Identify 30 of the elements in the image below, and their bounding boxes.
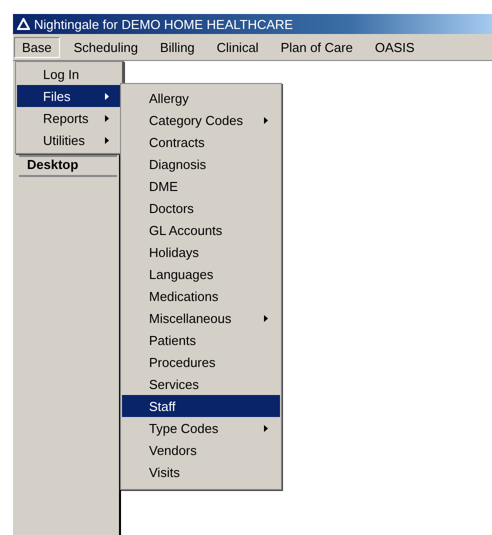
menu-item[interactable]: Log In (17, 63, 121, 85)
window-title: Nightingale for DEMO HOME HEALTHCARE (34, 16, 294, 32)
menu-item[interactable]: Languages (122, 263, 280, 285)
menu-item[interactable]: Miscellaneous (122, 307, 280, 329)
menu-bar-item[interactable]: Scheduling (66, 36, 146, 58)
menu-item[interactable]: Holidays (122, 241, 280, 263)
menu-item[interactable]: GL Accounts (122, 219, 280, 241)
menu-item[interactable]: Vendors (122, 439, 280, 461)
menu-item[interactable]: Category Codes (122, 109, 280, 131)
menu-item[interactable]: Utilities (17, 129, 121, 151)
menu-bar-item[interactable]: Plan of Care (272, 36, 361, 58)
menu-item[interactable]: Diagnosis (122, 153, 280, 175)
menu-item[interactable]: DME (122, 175, 280, 197)
menu-item[interactable]: Services (122, 373, 280, 395)
menu-item[interactable]: Procedures (122, 351, 280, 373)
menu-bar-item[interactable]: Billing (152, 36, 203, 58)
menu-item[interactable]: Reports (17, 107, 121, 129)
menu-item[interactable]: Allergy (122, 87, 280, 109)
menu-item[interactable]: Type Codes (122, 417, 280, 439)
menu-bar-item[interactable]: Base (14, 36, 60, 58)
menu-item[interactable]: Staff (122, 395, 280, 417)
menu-item[interactable]: Doctors (122, 197, 280, 219)
menu-bar-item[interactable]: OASIS (366, 36, 423, 58)
menu-item[interactable]: Files (17, 85, 121, 107)
menu-item[interactable]: Contracts (122, 131, 280, 153)
menu-item[interactable]: Visits (122, 461, 280, 483)
menu-item[interactable]: Patients (122, 329, 280, 351)
menu-item[interactable]: Medications (122, 285, 280, 307)
triangle-logo-icon (17, 18, 30, 30)
menu-bar-item[interactable]: Clinical (208, 36, 267, 58)
